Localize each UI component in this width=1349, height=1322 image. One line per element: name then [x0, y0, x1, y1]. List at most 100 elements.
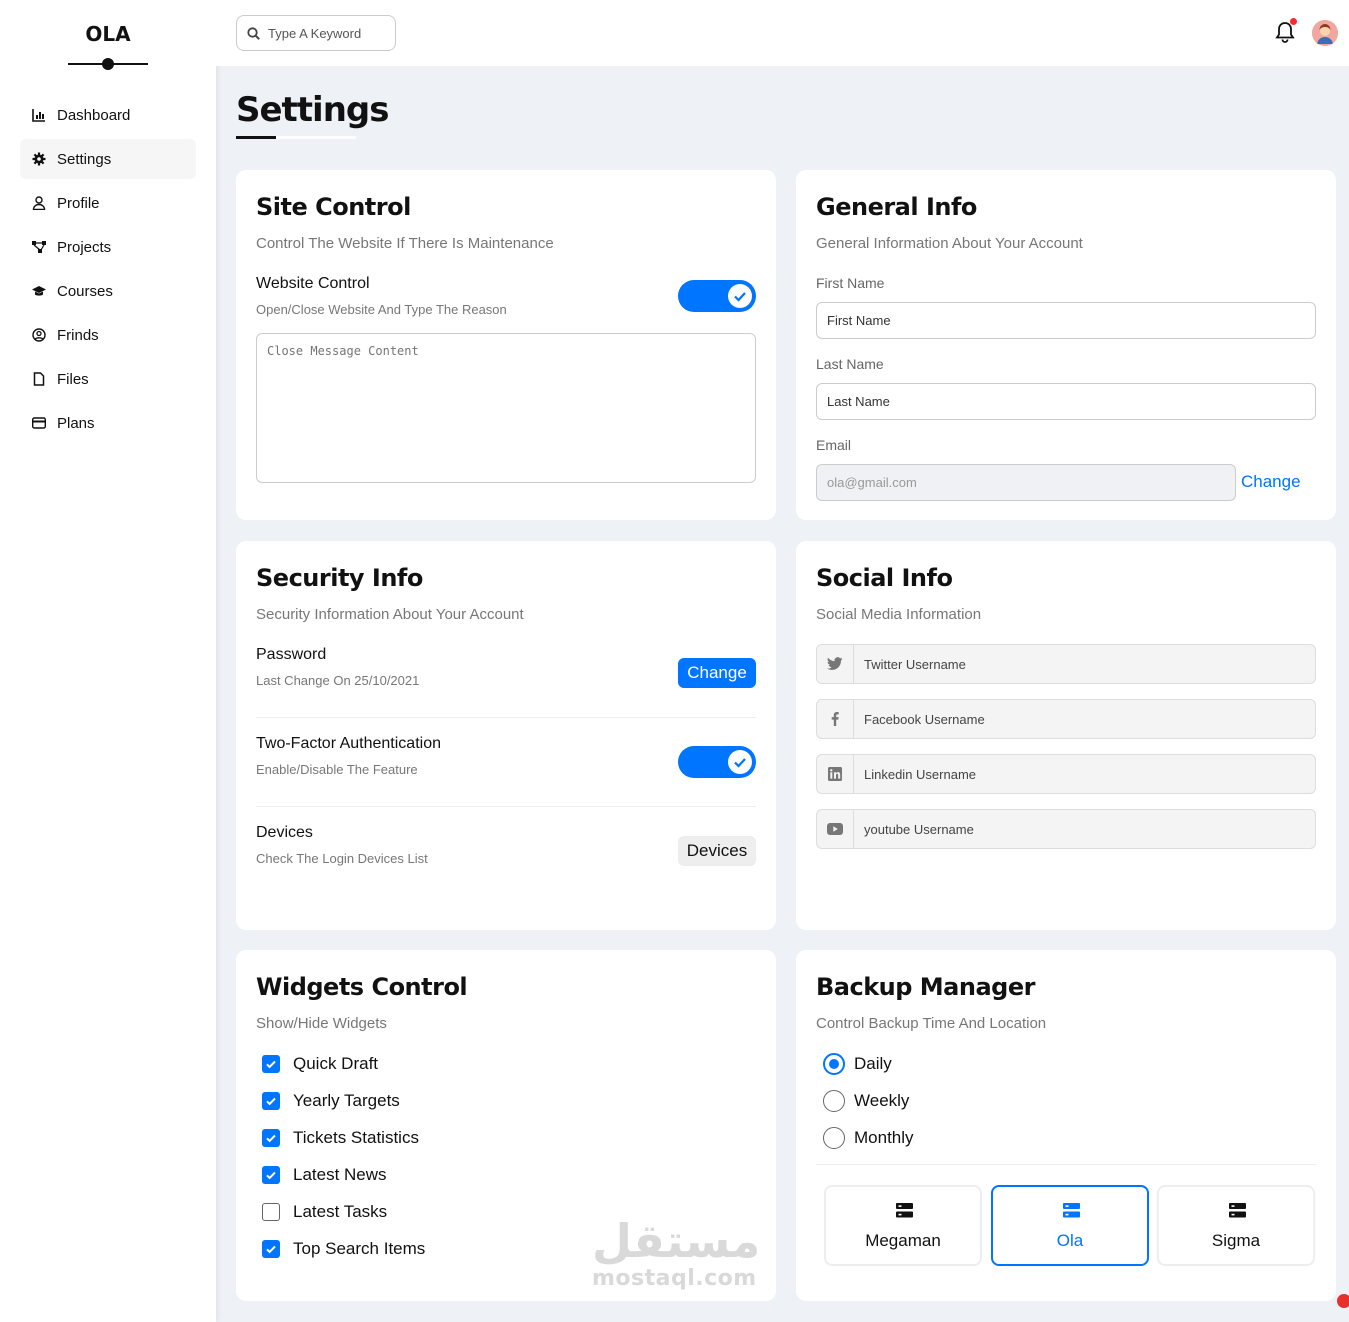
- avatar[interactable]: [1312, 20, 1338, 46]
- sidebar-item-settings[interactable]: Settings: [20, 139, 196, 179]
- widget-checkbox-row[interactable]: Top Search Items: [262, 1237, 425, 1261]
- watermark-arabic: مستقل: [592, 1214, 761, 1268]
- gear-icon: [32, 152, 46, 166]
- card-subtitle: Show/Hide Widgets: [256, 1015, 387, 1032]
- server-option-megaman[interactable]: Megaman: [824, 1185, 982, 1266]
- first-name-field[interactable]: [816, 302, 1316, 339]
- notification-bell[interactable]: [1274, 17, 1298, 44]
- radio-selected-icon[interactable]: [823, 1053, 845, 1075]
- youtube-icon: [817, 810, 854, 848]
- server-option-ola[interactable]: Ola: [991, 1185, 1149, 1266]
- website-control-desc: Open/Close Website And Type The Reason: [256, 302, 507, 317]
- checkbox-label: Yearly Targets: [293, 1091, 400, 1110]
- last-name-label: Last Name: [816, 356, 884, 372]
- social-info-card: Social Info Social Media Information: [796, 541, 1336, 930]
- server-icon: [1063, 1203, 1080, 1218]
- search-input[interactable]: [268, 25, 388, 41]
- card-title: Site Control: [256, 193, 411, 221]
- widget-checkbox-row[interactable]: Quick Draft: [262, 1052, 378, 1076]
- twitter-icon: [817, 645, 854, 683]
- notification-badge: [1289, 17, 1298, 26]
- sidebar-item-friends[interactable]: Frinds: [20, 315, 196, 355]
- sidebar-item-files[interactable]: Files: [20, 359, 196, 399]
- checkbox-checked-icon[interactable]: [262, 1166, 280, 1184]
- last-name-field[interactable]: [816, 383, 1316, 420]
- close-message-textarea[interactable]: [256, 333, 756, 483]
- sidebar-item-label: Frinds: [57, 326, 99, 344]
- chart-icon: [32, 108, 46, 122]
- sidebar-item-label: Courses: [57, 282, 113, 300]
- website-control-label: Website Control: [256, 275, 370, 292]
- widget-checkbox-row[interactable]: Latest Tasks: [262, 1200, 387, 1224]
- backup-radio-daily[interactable]: Daily: [823, 1052, 892, 1076]
- widget-checkbox-row[interactable]: Tickets Statistics: [262, 1126, 419, 1150]
- youtube-field[interactable]: [816, 809, 1316, 849]
- checkbox-checked-icon[interactable]: [262, 1092, 280, 1110]
- server-label: Megaman: [865, 1231, 941, 1250]
- checkbox-checked-icon[interactable]: [262, 1055, 280, 1073]
- checkbox-label: Top Search Items: [293, 1239, 426, 1258]
- first-name-label: First Name: [816, 275, 885, 291]
- devices-button[interactable]: Devices: [678, 836, 756, 866]
- backup-radio-monthly[interactable]: Monthly: [823, 1126, 914, 1150]
- website-control-toggle[interactable]: [678, 280, 756, 312]
- security-info-card: Security Info Security Information About…: [236, 541, 776, 930]
- server-label: Ola: [1056, 1231, 1084, 1250]
- card-subtitle: General Information About Your Account: [816, 235, 1083, 252]
- sidebar: OLA Dashboard Settings Profile Projects …: [0, 0, 216, 1322]
- twitter-field[interactable]: [816, 644, 1316, 684]
- general-info-card: General Info General Information About Y…: [796, 170, 1336, 520]
- twofa-toggle[interactable]: [678, 746, 756, 778]
- sidebar-item-profile[interactable]: Profile: [20, 183, 196, 223]
- search-icon: [247, 26, 260, 40]
- divider: [816, 1164, 1316, 1165]
- twitter-input[interactable]: [854, 656, 1294, 672]
- card-subtitle: Social Media Information: [816, 606, 982, 623]
- checkbox-label: Quick Draft: [293, 1054, 379, 1073]
- sidebar-item-label: Profile: [57, 194, 100, 212]
- change-email-link[interactable]: Change: [1241, 472, 1301, 492]
- password-label: Password: [256, 646, 327, 663]
- sidebar-item-courses[interactable]: Courses: [20, 271, 196, 311]
- facebook-field[interactable]: [816, 699, 1316, 739]
- radio-unselected-icon[interactable]: [823, 1090, 845, 1112]
- facebook-input[interactable]: [854, 711, 1294, 727]
- widget-checkbox-row[interactable]: Yearly Targets: [262, 1089, 400, 1113]
- linkedin-icon: [817, 755, 854, 793]
- top-header: [216, 0, 1349, 66]
- change-password-button[interactable]: Change: [678, 658, 756, 688]
- youtube-input[interactable]: [854, 821, 1294, 837]
- linkedin-input[interactable]: [854, 766, 1294, 782]
- sidebar-item-dashboard[interactable]: Dashboard: [20, 95, 196, 135]
- linkedin-field[interactable]: [816, 754, 1316, 794]
- checkbox-checked-icon[interactable]: [262, 1240, 280, 1258]
- sidebar-item-projects[interactable]: Projects: [20, 227, 196, 267]
- radio-label: Weekly: [854, 1091, 910, 1110]
- backup-radio-weekly[interactable]: Weekly: [823, 1089, 909, 1113]
- graduation-cap-icon: [32, 284, 46, 298]
- twofa-label: Two-Factor Authentication: [256, 735, 441, 752]
- sidebar-item-label: Dashboard: [57, 106, 131, 124]
- server-option-sigma[interactable]: Sigma: [1157, 1185, 1315, 1266]
- sidebar-item-label: Projects: [57, 238, 112, 256]
- sidebar-item-label: Plans: [57, 414, 95, 432]
- radio-label: Monthly: [854, 1128, 914, 1147]
- brand-underline: [68, 58, 148, 70]
- search-box[interactable]: [236, 15, 396, 51]
- card-title: General Info: [816, 193, 977, 221]
- widget-checkbox-row[interactable]: Latest News: [262, 1163, 387, 1187]
- email-field: [816, 464, 1236, 501]
- brand-logo[interactable]: OLA: [0, 22, 216, 46]
- checkbox-checked-icon[interactable]: [262, 1129, 280, 1147]
- checkbox-label: Tickets Statistics: [293, 1128, 419, 1147]
- sidebar-item-label: Files: [57, 370, 89, 388]
- checkbox-label: Latest News: [293, 1165, 387, 1184]
- checkbox-unchecked-icon[interactable]: [262, 1203, 280, 1221]
- watermark-logo: مستقل mostaql.com: [592, 1214, 761, 1296]
- floating-action-icon[interactable]: [1337, 1294, 1349, 1308]
- sidebar-item-plans[interactable]: Plans: [20, 403, 196, 443]
- sidebar-nav: Dashboard Settings Profile Projects Cour…: [20, 95, 196, 447]
- card-subtitle: Control Backup Time And Location: [816, 1015, 1047, 1032]
- radio-unselected-icon[interactable]: [823, 1127, 845, 1149]
- user-icon: [32, 196, 46, 210]
